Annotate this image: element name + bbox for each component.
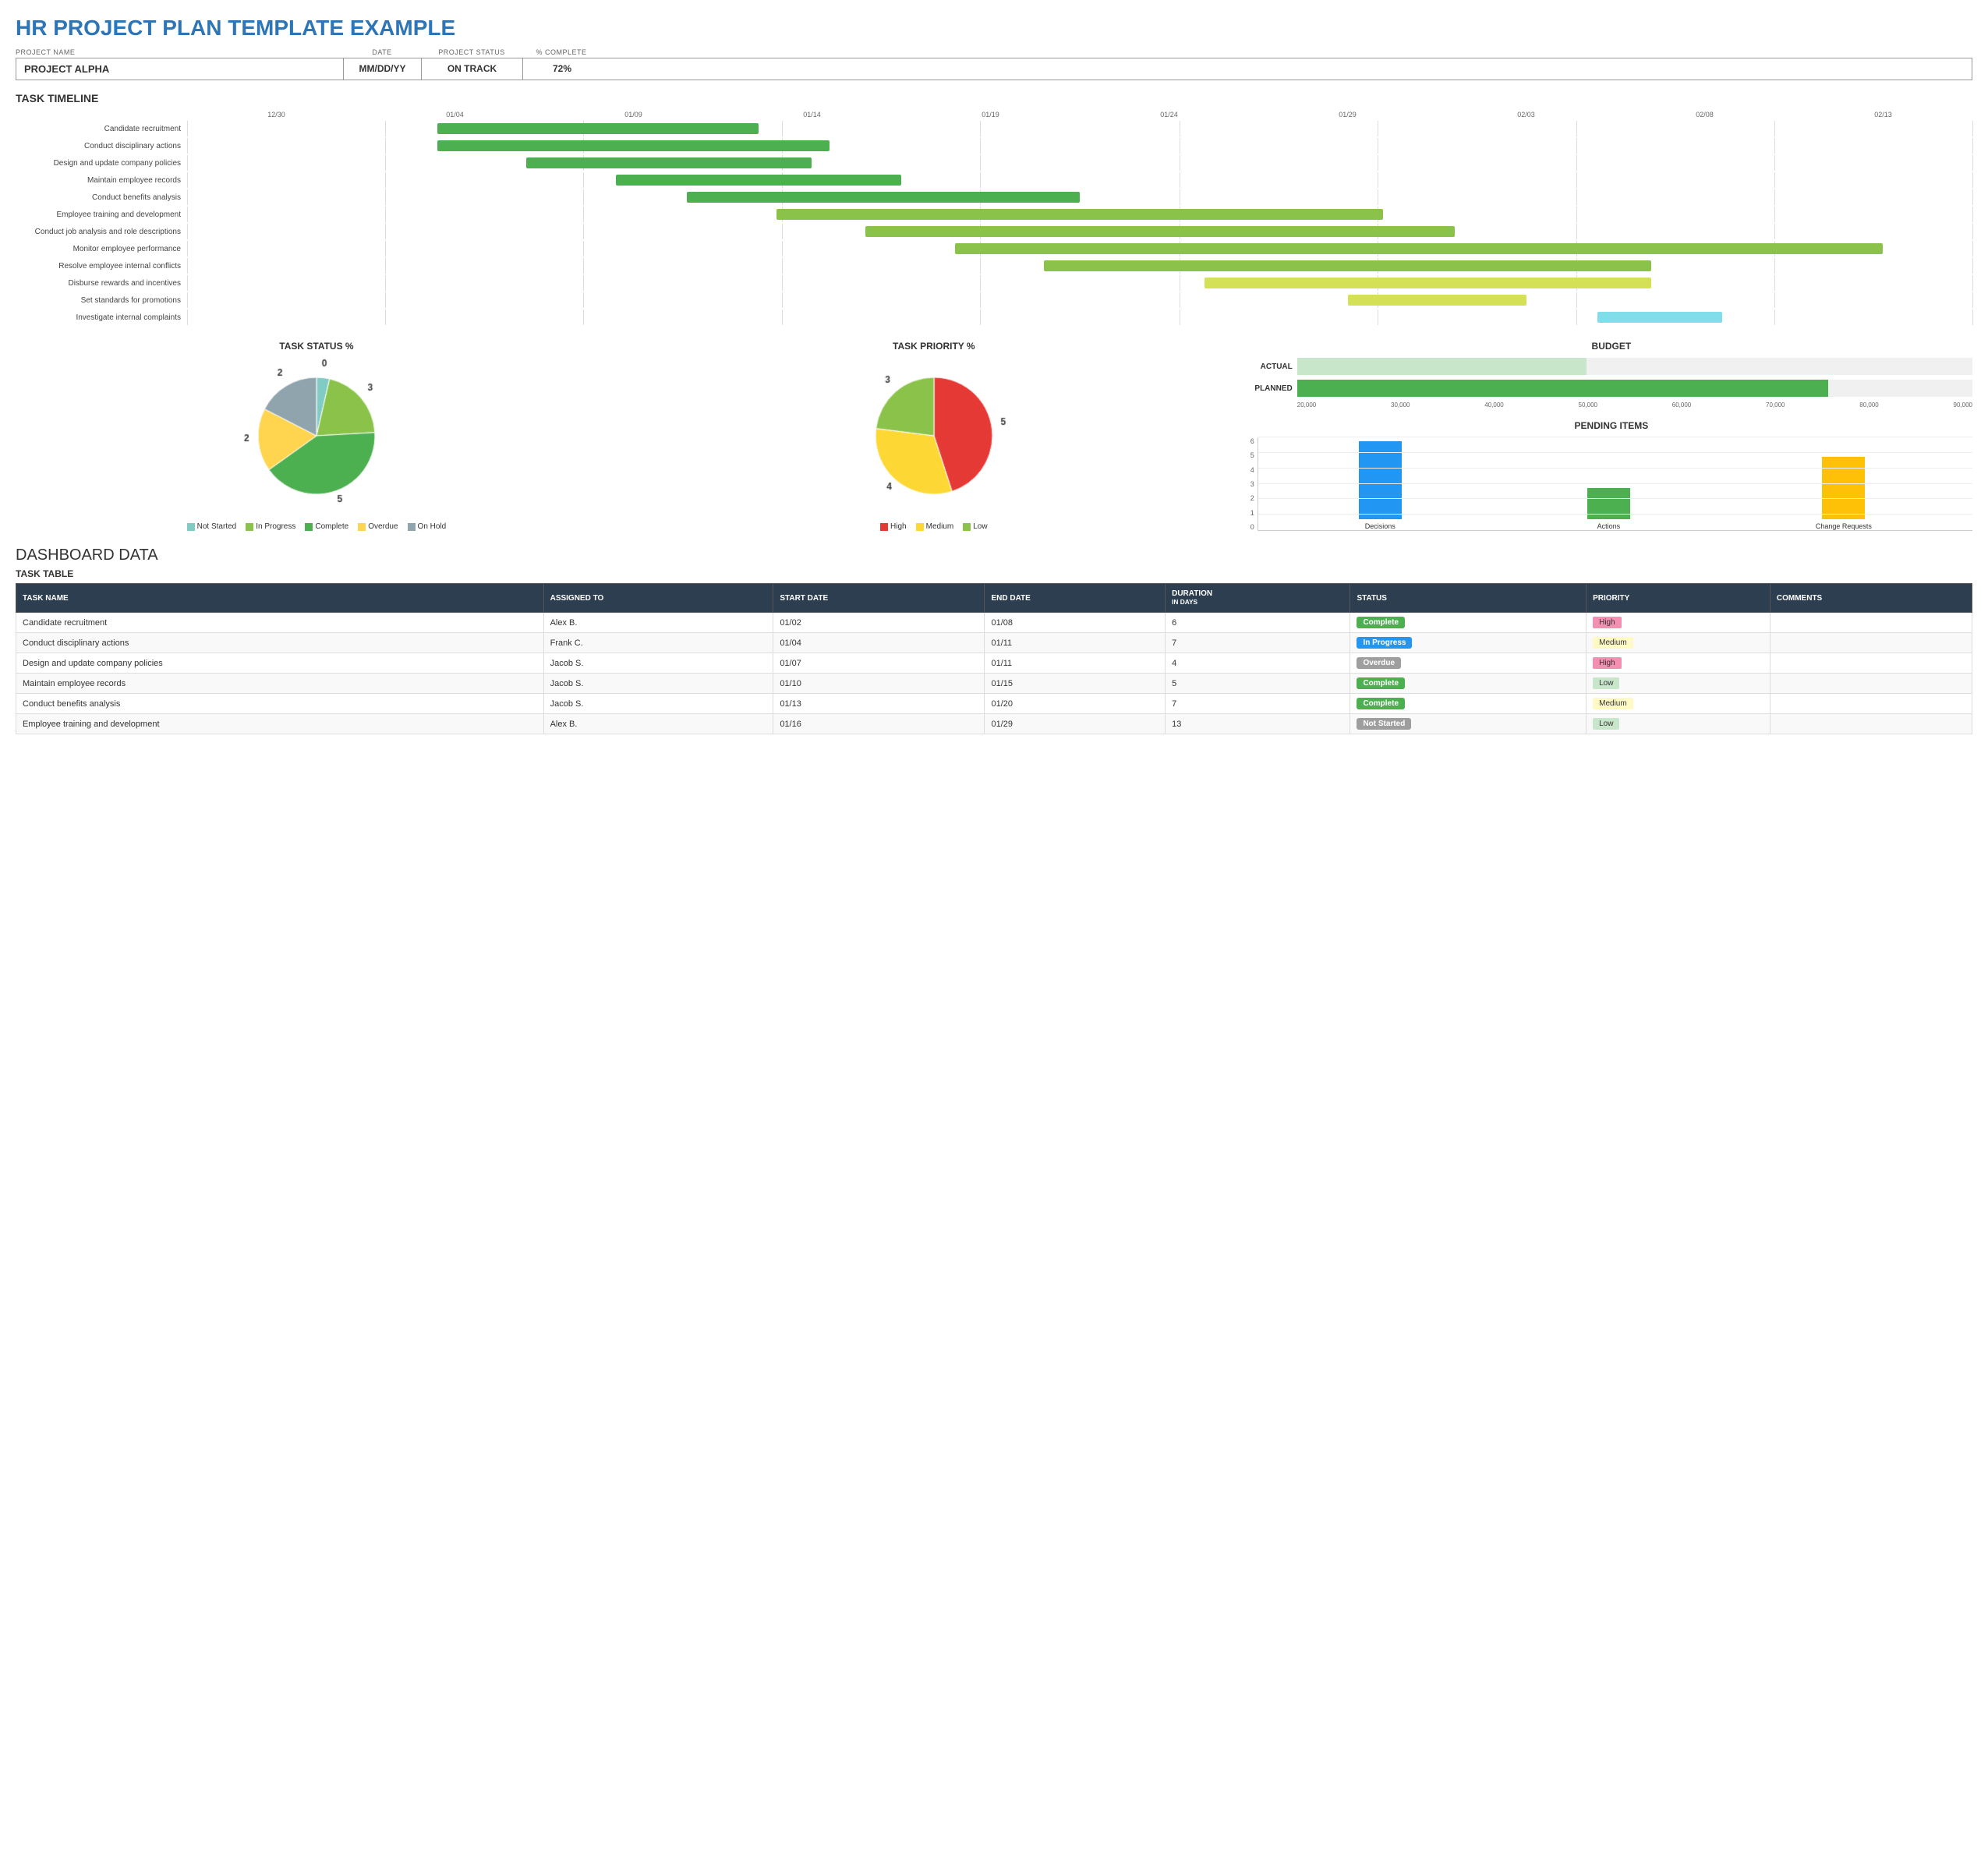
project-header: PROJECT NAME DATE PROJECT STATUS % COMPL… bbox=[16, 48, 1972, 80]
task-status-chart: TASK STATUS % Not Started In Progress Comp… bbox=[16, 341, 617, 531]
table-row: Candidate recruitmentAlex B.01/0201/086C… bbox=[16, 613, 1972, 633]
project-info-row: PROJECT ALPHA MM/DD/YY ON TRACK 72% bbox=[16, 58, 1972, 80]
status-badge: Complete bbox=[1357, 617, 1405, 628]
gantt-row: Design and update company policies bbox=[16, 155, 1972, 171]
gantt-row: Employee training and development bbox=[16, 207, 1972, 222]
gantt-row: Maintain employee records bbox=[16, 172, 1972, 188]
table-header: ASSIGNED TO bbox=[543, 584, 773, 613]
dashboard-title: DASHBOARD DATA bbox=[16, 546, 1972, 564]
legend-item: Complete bbox=[305, 522, 348, 531]
budget-row: PLANNED bbox=[1250, 380, 1972, 397]
table-header: START DATE bbox=[773, 584, 985, 613]
task-table: TASK NAMEASSIGNED TOSTART DATEEND DATEDU… bbox=[16, 583, 1972, 734]
table-header: COMMENTS bbox=[1770, 584, 1972, 613]
legend-item: In Progress bbox=[246, 522, 295, 531]
legend-item: Medium bbox=[916, 522, 954, 531]
status-badge: Overdue bbox=[1357, 657, 1401, 669]
pending-bar-group: Decisions bbox=[1359, 441, 1402, 530]
gantt-row: Conduct disciplinary actions bbox=[16, 138, 1972, 154]
right-charts: BUDGET ACTUALPLANNED20,00030,00040,00050… bbox=[1250, 341, 1972, 531]
project-date-label: DATE bbox=[343, 48, 421, 56]
priority-badge: Low bbox=[1593, 718, 1619, 730]
project-name-label: PROJECT NAME bbox=[16, 48, 343, 56]
budget-chart: BUDGET ACTUALPLANNED20,00030,00040,00050… bbox=[1250, 341, 1972, 409]
pending-bar-group: Actions bbox=[1587, 488, 1630, 530]
gantt-row: Candidate recruitment bbox=[16, 121, 1972, 136]
task-status-legend: Not Started In Progress Complete Overdue On … bbox=[16, 522, 617, 531]
budget-title: BUDGET bbox=[1250, 341, 1972, 352]
gantt-row: Investigate internal complaints bbox=[16, 309, 1972, 325]
legend-item: Low bbox=[963, 522, 987, 531]
table-row: Design and update company policiesJacob … bbox=[16, 653, 1972, 674]
project-name-value: PROJECT ALPHA bbox=[16, 58, 344, 80]
status-badge: Complete bbox=[1357, 698, 1405, 709]
priority-badge: High bbox=[1593, 657, 1622, 669]
gantt-row: Disburse rewards and incentives bbox=[16, 275, 1972, 291]
project-date-value: MM/DD/YY bbox=[344, 58, 422, 80]
table-row: Maintain employee recordsJacob S.01/1001… bbox=[16, 674, 1972, 694]
task-priority-title: TASK PRIORITY % bbox=[633, 341, 1235, 352]
pending-items-title: PENDING ITEMS bbox=[1250, 420, 1972, 431]
task-timeline-title: TASK TIMELINE bbox=[16, 92, 1972, 104]
project-complete-label: % COMPLETE bbox=[522, 48, 600, 56]
priority-badge: Low bbox=[1593, 677, 1619, 689]
table-row: Conduct disciplinary actionsFrank C.01/0… bbox=[16, 633, 1972, 653]
status-badge: Complete bbox=[1357, 677, 1405, 689]
page-title: HR PROJECT PLAN TEMPLATE EXAMPLE bbox=[16, 16, 1972, 41]
priority-badge: Medium bbox=[1593, 637, 1633, 649]
gantt-row: Conduct job analysis and role descriptio… bbox=[16, 224, 1972, 239]
table-row: Employee training and developmentAlex B.… bbox=[16, 714, 1972, 734]
gantt-row: Conduct benefits analysis bbox=[16, 189, 1972, 205]
legend-item: Not Started bbox=[187, 522, 237, 531]
legend-item: On Hold bbox=[408, 522, 447, 531]
gantt-row: Monitor employee performance bbox=[16, 241, 1972, 256]
table-header: DURATIONin days bbox=[1166, 584, 1350, 613]
status-badge: In Progress bbox=[1357, 637, 1412, 649]
legend-item: High bbox=[880, 522, 907, 531]
budget-row: ACTUAL bbox=[1250, 358, 1972, 375]
project-complete-value: 72% bbox=[523, 58, 601, 80]
gantt-row: Set standards for promotions bbox=[16, 292, 1972, 308]
status-badge: Not Started bbox=[1357, 718, 1411, 730]
priority-badge: Medium bbox=[1593, 698, 1633, 709]
table-header: END DATE bbox=[985, 584, 1166, 613]
table-header: TASK NAME bbox=[16, 584, 544, 613]
gantt-row: Resolve employee internal conflicts bbox=[16, 258, 1972, 274]
project-status-value: ON TRACK bbox=[422, 58, 523, 80]
priority-badge: High bbox=[1593, 617, 1622, 628]
gantt-chart: 12/3001/0401/0901/1401/1901/2401/2902/03… bbox=[16, 111, 1972, 325]
task-status-title: TASK STATUS % bbox=[16, 341, 617, 352]
table-header: PRIORITY bbox=[1587, 584, 1770, 613]
task-priority-chart: TASK PRIORITY % High Medium Low bbox=[633, 341, 1235, 531]
table-subtitle: TASK TABLE bbox=[16, 568, 1972, 579]
legend-item: Overdue bbox=[358, 522, 398, 531]
table-row: Conduct benefits analysisJacob S.01/1301… bbox=[16, 694, 1972, 714]
task-priority-legend: High Medium Low bbox=[633, 522, 1235, 531]
task-status-pie bbox=[239, 358, 394, 514]
task-priority-pie bbox=[856, 358, 1012, 514]
table-header: STATUS bbox=[1350, 584, 1587, 613]
pending-items-chart: PENDING ITEMS 6543210DecisionsActionsCha… bbox=[1250, 420, 1972, 531]
project-status-label: PROJECT STATUS bbox=[421, 48, 522, 56]
charts-row: TASK STATUS % Not Started In Progress Comp… bbox=[16, 341, 1972, 531]
